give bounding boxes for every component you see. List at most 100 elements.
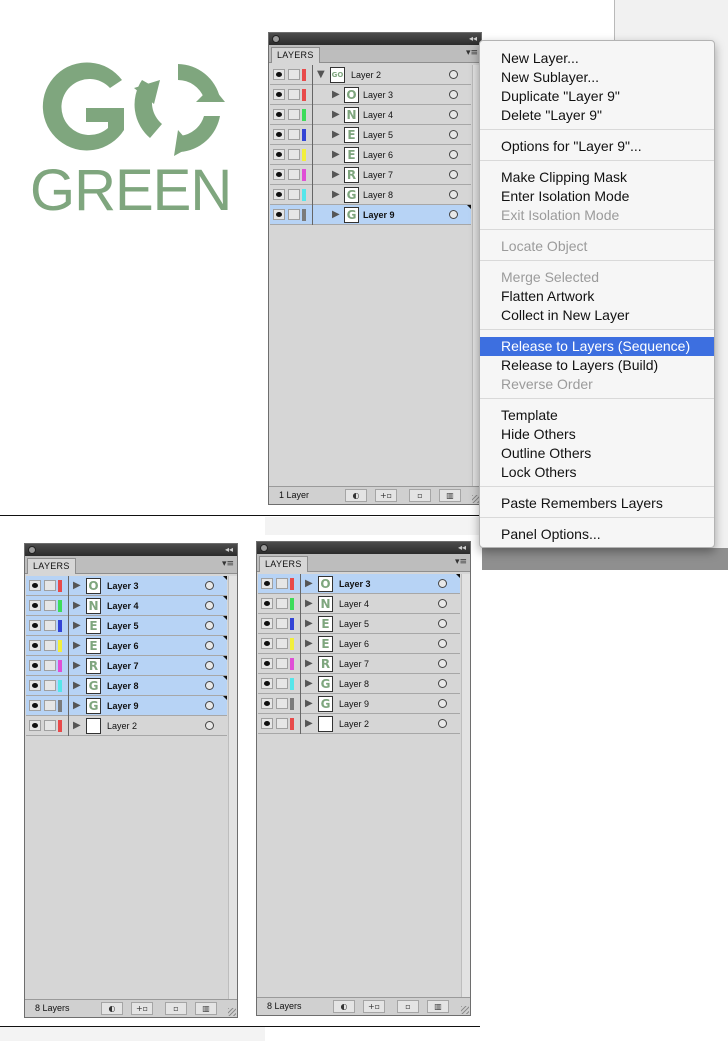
layer-name[interactable]: Layer 5: [363, 129, 393, 141]
panel-titlebar[interactable]: ◂◂: [269, 33, 481, 45]
target-circle-icon[interactable]: [205, 581, 214, 590]
expand-triangle-open-icon[interactable]: ▼: [317, 68, 325, 82]
target-circle-icon[interactable]: [449, 70, 458, 79]
layer-name[interactable]: Layer 9: [363, 209, 395, 221]
target-circle-icon[interactable]: [449, 90, 458, 99]
visibility-eye-icon[interactable]: [29, 600, 41, 611]
target-circle-icon[interactable]: [205, 601, 214, 610]
layer-name[interactable]: Layer 5: [107, 620, 139, 632]
close-icon[interactable]: [28, 546, 36, 554]
target-circle-icon[interactable]: [449, 110, 458, 119]
layer-row[interactable]: ▶ O Layer 3: [26, 576, 227, 596]
lock-toggle[interactable]: [276, 718, 288, 729]
layer-row[interactable]: ▶ O Layer 3: [258, 574, 460, 594]
panel-menu-icon[interactable]: ▾≡: [455, 557, 467, 567]
layer-row[interactable]: ▶ N Layer 4: [26, 596, 227, 616]
lock-toggle[interactable]: [288, 69, 300, 80]
close-icon[interactable]: [260, 544, 268, 552]
make-clipping-mask-icon[interactable]: ◐: [333, 1000, 355, 1013]
target-circle-icon[interactable]: [438, 639, 447, 648]
expand-triangle-icon[interactable]: ▶: [305, 597, 313, 611]
layer-name[interactable]: Layer 2: [107, 720, 137, 732]
layer-name[interactable]: Layer 4: [107, 600, 139, 612]
target-circle-icon[interactable]: [438, 579, 447, 588]
create-sublayer-icon[interactable]: +▫: [131, 1002, 153, 1015]
menu-item[interactable]: Duplicate "Layer 9": [480, 87, 714, 106]
layer-name[interactable]: Layer 8: [339, 678, 369, 690]
visibility-eye-icon[interactable]: [273, 189, 285, 200]
lock-toggle[interactable]: [276, 698, 288, 709]
lock-toggle[interactable]: [44, 700, 56, 711]
expand-triangle-icon[interactable]: ▶: [73, 659, 81, 673]
expand-triangle-icon[interactable]: ▶: [332, 188, 340, 202]
panel-menu-icon[interactable]: ▾≡: [222, 559, 234, 569]
expand-triangle-icon[interactable]: ▶: [73, 619, 81, 633]
target-circle-icon[interactable]: [449, 170, 458, 179]
menu-item[interactable]: Delete "Layer 9": [480, 106, 714, 125]
new-layer-icon[interactable]: ▫: [397, 1000, 419, 1013]
lock-toggle[interactable]: [288, 209, 300, 220]
target-circle-icon[interactable]: [449, 190, 458, 199]
expand-triangle-icon[interactable]: ▶: [305, 677, 313, 691]
layer-name[interactable]: Layer 7: [363, 169, 393, 181]
lock-toggle[interactable]: [288, 189, 300, 200]
visibility-eye-icon[interactable]: [261, 598, 273, 609]
create-sublayer-icon[interactable]: +▫: [363, 1000, 385, 1013]
visibility-eye-icon[interactable]: [29, 700, 41, 711]
layer-row[interactable]: ▶ G Layer 8: [26, 676, 227, 696]
layer-row[interactable]: ▶ G Layer 8: [258, 674, 460, 694]
lock-toggle[interactable]: [276, 618, 288, 629]
lock-toggle[interactable]: [288, 109, 300, 120]
tab-layers[interactable]: LAYERS: [271, 47, 320, 63]
menu-item[interactable]: Release to Layers (Build): [480, 356, 714, 375]
expand-triangle-icon[interactable]: ▶: [73, 599, 81, 613]
target-circle-icon[interactable]: [449, 150, 458, 159]
layer-row[interactable]: ▶ G Layer 8: [270, 185, 471, 205]
layer-row[interactable]: ▼ GO Layer 2: [270, 65, 471, 85]
visibility-eye-icon[interactable]: [273, 109, 285, 120]
layer-row[interactable]: ▶ G Layer 9: [26, 696, 227, 716]
lock-toggle[interactable]: [288, 129, 300, 140]
scrollbar[interactable]: [228, 576, 237, 999]
lock-toggle[interactable]: [44, 620, 56, 631]
layer-name[interactable]: Layer 7: [339, 658, 369, 670]
collapse-icon[interactable]: ◂◂: [225, 545, 233, 555]
lock-toggle[interactable]: [276, 598, 288, 609]
menu-item[interactable]: Outline Others: [480, 444, 714, 463]
panel-menu-icon[interactable]: ▾≡: [466, 48, 478, 58]
resize-grip-icon[interactable]: [228, 1008, 236, 1016]
visibility-eye-icon[interactable]: [29, 640, 41, 651]
target-circle-icon[interactable]: [438, 619, 447, 628]
tab-layers[interactable]: LAYERS: [259, 556, 308, 572]
lock-toggle[interactable]: [44, 680, 56, 691]
layer-row[interactable]: ▶ O Layer 3: [270, 85, 471, 105]
layer-row[interactable]: ▶ E Layer 6: [270, 145, 471, 165]
layer-name[interactable]: Layer 5: [339, 618, 369, 630]
layer-row[interactable]: ▶ Layer 2: [26, 716, 227, 736]
layer-row[interactable]: ▶ R Layer 7: [26, 656, 227, 676]
visibility-eye-icon[interactable]: [261, 698, 273, 709]
lock-toggle[interactable]: [288, 89, 300, 100]
layer-name[interactable]: Layer 2: [351, 69, 381, 81]
menu-item[interactable]: Collect in New Layer: [480, 306, 714, 325]
expand-triangle-icon[interactable]: ▶: [305, 617, 313, 631]
layer-row[interactable]: ▶ E Layer 5: [26, 616, 227, 636]
layer-name[interactable]: Layer 3: [107, 580, 139, 592]
expand-triangle-icon[interactable]: ▶: [332, 88, 340, 102]
lock-toggle[interactable]: [44, 640, 56, 651]
layer-row[interactable]: ▶ G Layer 9: [270, 205, 471, 225]
new-layer-icon[interactable]: ▫: [409, 489, 431, 502]
layer-row[interactable]: ▶ Layer 2: [258, 714, 460, 734]
make-clipping-mask-icon[interactable]: ◐: [101, 1002, 123, 1015]
target-circle-icon[interactable]: [205, 681, 214, 690]
menu-item[interactable]: Hide Others: [480, 425, 714, 444]
resize-grip-icon[interactable]: [461, 1006, 469, 1014]
menu-item[interactable]: Lock Others: [480, 463, 714, 482]
lock-toggle[interactable]: [288, 149, 300, 160]
menu-item[interactable]: New Layer...: [480, 49, 714, 68]
target-circle-icon[interactable]: [449, 210, 458, 219]
close-icon[interactable]: [272, 35, 280, 43]
target-circle-icon[interactable]: [205, 621, 214, 630]
expand-triangle-icon[interactable]: ▶: [305, 577, 313, 591]
lock-toggle[interactable]: [44, 600, 56, 611]
